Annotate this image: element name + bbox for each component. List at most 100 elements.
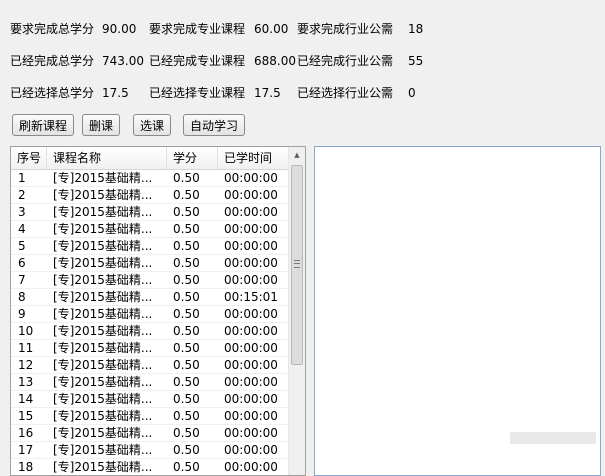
- row-course-name: [专]2015基础精...: [53, 273, 153, 287]
- scrollbar-thumb[interactable]: [291, 165, 303, 365]
- row-credits: 0.50: [173, 341, 200, 355]
- table-row[interactable]: 17 [专]2015基础精... 0.50 00:00:00: [11, 442, 290, 459]
- row-course-name: [专]2015基础精...: [53, 239, 153, 253]
- table-row[interactable]: 7 [专]2015基础精... 0.50 00:00:00: [11, 272, 290, 289]
- select-course-button[interactable]: 选课: [133, 114, 171, 136]
- row-index: 2: [18, 188, 26, 202]
- row-course-name: [专]2015基础精...: [53, 443, 153, 457]
- column-header-credits[interactable]: 学分: [167, 147, 218, 169]
- watermark: [510, 432, 596, 444]
- table-row[interactable]: 3 [专]2015基础精... 0.50 00:00:00: [11, 204, 290, 221]
- row-index: 13: [18, 375, 34, 389]
- row-credits: 0.50: [173, 256, 200, 270]
- row-course-name: [专]2015基础精...: [53, 324, 153, 338]
- course-list-rows: 1 [专]2015基础精... 0.50 00:00:00 2 [专]2015基础精...…: [11, 170, 290, 475]
- selected-major-courses-label: 已经选择专业课程: [149, 86, 246, 100]
- table-row[interactable]: 11 [专]2015基础精... 0.50 00:00:00: [11, 340, 290, 357]
- completed-public-courses-label: 已经完成行业公需: [297, 54, 394, 68]
- column-header-study-time[interactable]: 已学时间: [218, 147, 290, 169]
- row-study-time: 00:00:00: [224, 171, 278, 185]
- selected-total-credits-label: 已经选择总学分: [10, 86, 95, 100]
- row-study-time: 00:00:00: [224, 239, 278, 253]
- table-row[interactable]: 16 [专]2015基础精... 0.50 00:00:00: [11, 425, 290, 442]
- required-major-courses-label: 要求完成专业课程: [149, 22, 246, 36]
- table-row[interactable]: 9 [专]2015基础精... 0.50 00:00:00: [11, 306, 290, 323]
- table-row[interactable]: 13 [专]2015基础精... 0.50 00:00:00: [11, 374, 290, 391]
- column-header-index[interactable]: 序号: [11, 147, 47, 169]
- row-credits: 0.50: [173, 375, 200, 389]
- completed-major-courses-value: 688.00: [254, 54, 296, 68]
- chevron-up-icon[interactable]: ▲: [289, 147, 305, 163]
- row-credits: 0.50: [173, 290, 200, 304]
- row-index: 6: [18, 256, 26, 270]
- row-credits: 0.50: [173, 222, 200, 236]
- row-course-name: [专]2015基础精...: [53, 188, 153, 202]
- required-public-courses-label: 要求完成行业公需: [297, 22, 394, 36]
- row-study-time: 00:00:00: [224, 256, 278, 270]
- selected-total-credits-value: 17.5: [102, 86, 129, 100]
- table-row[interactable]: 10 [专]2015基础精... 0.50 00:00:00: [11, 323, 290, 340]
- course-list[interactable]: 序号 课程名称 学分 已学时间 1 [专]2015基础精... 0.50 00:00:…: [10, 146, 306, 476]
- row-study-time: 00:00:00: [224, 409, 278, 423]
- row-credits: 0.50: [173, 188, 200, 202]
- selected-public-courses-value: 0: [408, 86, 416, 100]
- row-course-name: [专]2015基础精...: [53, 171, 153, 185]
- table-row[interactable]: 5 [专]2015基础精... 0.50 00:00:00: [11, 238, 290, 255]
- row-credits: 0.50: [173, 239, 200, 253]
- required-public-courses-value: 18: [408, 22, 424, 36]
- row-course-name: [专]2015基础精...: [53, 222, 153, 236]
- row-credits: 0.50: [173, 307, 200, 321]
- completed-total-credits-value: 743.00: [102, 54, 144, 68]
- row-course-name: [专]2015基础精...: [53, 205, 153, 219]
- selected-major-courses-value: 17.5: [254, 86, 281, 100]
- auto-learn-button[interactable]: 自动学习: [183, 114, 245, 136]
- row-credits: 0.50: [173, 205, 200, 219]
- table-row[interactable]: 4 [专]2015基础精... 0.50 00:00:00: [11, 221, 290, 238]
- row-index: 16: [18, 426, 34, 440]
- required-major-courses-value: 60.00: [254, 22, 289, 36]
- row-credits: 0.50: [173, 171, 200, 185]
- row-course-name: [专]2015基础精...: [53, 409, 153, 423]
- detail-panel[interactable]: [314, 146, 601, 476]
- row-index: 5: [18, 239, 26, 253]
- row-index: 11: [18, 341, 34, 355]
- row-course-name: [专]2015基础精...: [53, 256, 153, 270]
- table-row[interactable]: 6 [专]2015基础精... 0.50 00:00:00: [11, 255, 290, 272]
- row-credits: 0.50: [173, 324, 200, 338]
- row-course-name: [专]2015基础精...: [53, 426, 153, 440]
- row-study-time: 00:00:00: [224, 375, 278, 389]
- row-study-time: 00:00:00: [224, 341, 278, 355]
- table-row[interactable]: 12 [专]2015基础精... 0.50 00:00:00: [11, 357, 290, 374]
- row-course-name: [专]2015基础精...: [53, 341, 153, 355]
- table-row[interactable]: 1 [专]2015基础精... 0.50 00:00:00: [11, 170, 290, 187]
- row-study-time: 00:00:00: [224, 426, 278, 440]
- row-study-time: 00:00:00: [224, 443, 278, 457]
- column-header-course-name[interactable]: 课程名称: [47, 147, 167, 169]
- row-course-name: [专]2015基础精...: [53, 290, 153, 304]
- row-credits: 0.50: [173, 443, 200, 457]
- row-index: 14: [18, 392, 34, 406]
- row-index: 9: [18, 307, 26, 321]
- row-index: 17: [18, 443, 34, 457]
- completed-public-courses-value: 55: [408, 54, 424, 68]
- table-row[interactable]: 14 [专]2015基础精... 0.50 00:00:00: [11, 391, 290, 408]
- row-credits: 0.50: [173, 358, 200, 372]
- row-study-time: 00:00:00: [224, 358, 278, 372]
- delete-course-button[interactable]: 删课: [82, 114, 120, 136]
- row-index: 8: [18, 290, 26, 304]
- table-row[interactable]: 2 [专]2015基础精... 0.50 00:00:00: [11, 187, 290, 204]
- row-study-time: 00:00:00: [224, 273, 278, 287]
- required-total-credits-value: 90.00: [102, 22, 137, 36]
- table-row[interactable]: 8 [专]2015基础精... 0.50 00:15:01: [11, 289, 290, 306]
- row-course-name: [专]2015基础精...: [53, 375, 153, 389]
- row-index: 10: [18, 324, 34, 338]
- row-study-time: 00:00:00: [224, 205, 278, 219]
- selected-public-courses-label: 已经选择行业公需: [297, 86, 394, 100]
- row-study-time: 00:00:00: [224, 392, 278, 406]
- refresh-courses-button[interactable]: 刷新课程: [12, 114, 74, 136]
- completed-total-credits-label: 已经完成总学分: [10, 54, 95, 68]
- table-row[interactable]: 15 [专]2015基础精... 0.50 00:00:00: [11, 408, 290, 425]
- table-row[interactable]: 18 [专]2015基础精... 0.50 00:00:00: [11, 459, 290, 475]
- row-study-time: 00:00:00: [224, 222, 278, 236]
- list-scrollbar[interactable]: ▲: [288, 147, 305, 475]
